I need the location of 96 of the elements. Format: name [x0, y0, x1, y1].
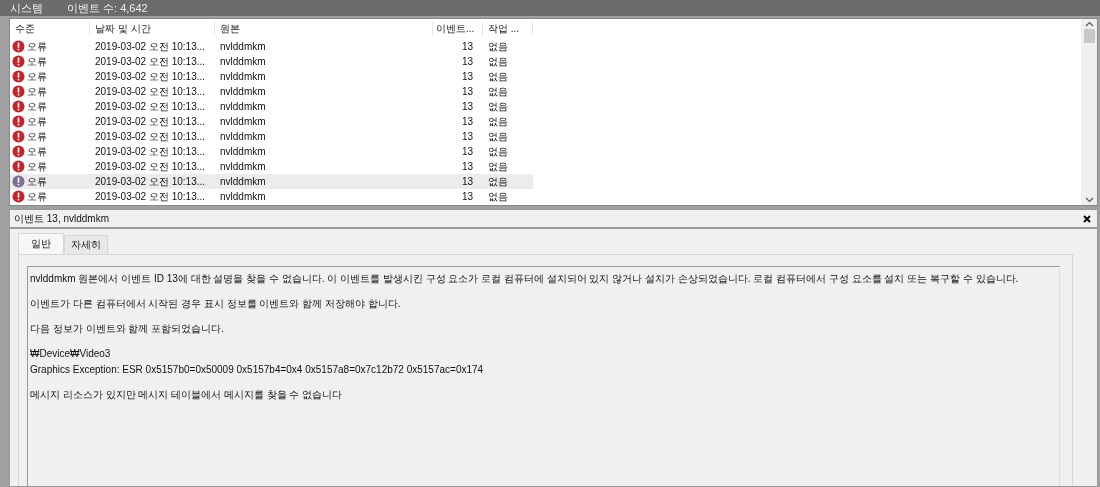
event-row[interactable]: 오류 2019-03-02 오전 10:13... nvlddmkm 13 없음	[10, 84, 533, 99]
table-cell-text: 13	[460, 145, 474, 158]
event-row[interactable]: 오류 2019-03-02 오전 10:13... nvlddmkm 13 없음	[10, 174, 533, 189]
table-cell-text: 13	[460, 85, 474, 98]
column-header[interactable]: 원본	[215, 22, 433, 36]
table-cell-text: 없음	[487, 85, 508, 98]
table-cell-text: 없음	[487, 190, 508, 203]
table-cell-text: 없음	[487, 100, 508, 113]
table-cell-text: 2019-03-02 오전 10:13...	[94, 160, 206, 173]
table-cell-text: 13	[460, 190, 474, 203]
scroll-thumb[interactable]	[1083, 29, 1095, 43]
table-cell: 오류	[27, 84, 47, 99]
table-cell-text: nvlddmkm	[219, 160, 266, 173]
table-cell: 오류	[27, 39, 47, 54]
table-cell-text: nvlddmkm	[219, 130, 266, 143]
table-cell-text: 13	[460, 100, 474, 113]
table-cell-text: 13	[460, 55, 474, 68]
tab[interactable]: 자세히	[64, 235, 108, 254]
event-count: 이벤트 수: 4,642	[67, 0, 148, 16]
event-row[interactable]: 오류 2019-03-02 오전 10:13... nvlddmkm 13 없음	[10, 54, 533, 69]
table-cell-text: 13	[460, 130, 474, 143]
table-cell-text: 2019-03-02 오전 10:13...	[94, 70, 206, 83]
table-cell: 오류	[27, 159, 47, 174]
table-cell-text: 2019-03-02 오전 10:13...	[94, 145, 206, 158]
table-cell: 오류	[27, 144, 47, 159]
description-text: ₩Device₩Video3	[30, 347, 112, 361]
table-cell-text: 13	[460, 160, 474, 173]
error-icon	[12, 100, 25, 113]
column-header[interactable]: 날짜 및 시간	[90, 22, 215, 36]
event-row[interactable]: 오류 2019-03-02 오전 10:13... nvlddmkm 13 없음	[10, 99, 533, 114]
error-icon	[12, 130, 25, 143]
column-header[interactable]: 수준	[10, 22, 90, 36]
table-cell-text: 2019-03-02 오전 10:13...	[94, 115, 206, 128]
event-row[interactable]: 오류 2019-03-02 오전 10:13... nvlddmkm 13 없음	[10, 39, 533, 54]
table-cell-text: nvlddmkm	[219, 100, 266, 113]
table-cell-text: nvlddmkm	[219, 115, 266, 128]
log-title: 시스템	[10, 0, 43, 16]
table-cell-text: 없음	[487, 115, 508, 128]
table-cell: 오류	[27, 114, 47, 129]
table-cell-text: nvlddmkm	[219, 85, 266, 98]
table-cell-text: 없음	[487, 70, 508, 83]
table-cell-text: nvlddmkm	[219, 40, 266, 53]
table-cell: 오류	[27, 54, 47, 69]
table-cell-text: nvlddmkm	[219, 70, 266, 83]
table-cell-text: 2019-03-02 오전 10:13...	[94, 175, 206, 188]
error-icon	[12, 85, 25, 98]
description-text: Graphics Exception: ESR 0x5157b0=0x50009 0x5157b4=0x4 0x5157a8=0x7c12b72 0x5157ac=0x174	[30, 363, 485, 377]
event-row[interactable]: 오류 2019-03-02 오전 10:13... nvlddmkm 13 없음	[10, 189, 533, 204]
table-cell-text: 없음	[487, 130, 508, 143]
error-icon	[12, 115, 25, 128]
error-icon	[12, 160, 25, 173]
table-cell-text: 2019-03-02 오전 10:13...	[94, 85, 206, 98]
table-cell: 오류	[27, 189, 47, 204]
table-cell-text: 없음	[487, 160, 508, 173]
table-cell: 오류	[27, 174, 47, 189]
event-row[interactable]: 오류 2019-03-02 오전 10:13... nvlddmkm 13 없음	[10, 129, 533, 144]
table-cell-text: nvlddmkm	[219, 55, 266, 68]
table-cell: 오류	[27, 99, 47, 114]
table-cell-text: 없음	[487, 145, 508, 158]
description-text: 이벤트가 다른 컴퓨터에서 시작된 경우 표시 정보를 이벤트와 함께 저장해야 합니다.	[30, 297, 402, 311]
table-cell-text: 13	[460, 40, 474, 53]
error-icon	[12, 40, 25, 53]
scrollbar[interactable]	[1081, 19, 1097, 205]
table-cell: 오류	[27, 129, 47, 144]
tab[interactable]: 일반	[18, 233, 64, 254]
table-cell-text: 2019-03-02 오전 10:13...	[94, 55, 206, 68]
table-cell-text: 13	[460, 70, 474, 83]
table-cell-text: 없음	[487, 175, 508, 188]
event-row[interactable]: 오류 2019-03-02 오전 10:13... nvlddmkm 13 없음	[10, 69, 533, 84]
description-text: nvlddmkm 원본에서 이벤트 ID 13에 대한 설명을 찾을 수 없습니다. 이 이벤트를 발생시킨 구성 요소가 로컬 컴퓨터에 설치되어 있지 않거나 설치가 손상되었습니다. 로컬 컴퓨터에서 구성 요소를 설치 또는 복구할 수 있습니다.	[30, 272, 1020, 286]
column-header[interactable]: 이벤트...	[433, 22, 483, 36]
error-icon	[12, 190, 25, 203]
event-row[interactable]: 오류 2019-03-02 오전 10:13... nvlddmkm 13 없음	[10, 144, 533, 159]
description-text: 메시지 리소스가 있지만 메시지 테이블에서 메시지를 찾을 수 없습니다	[30, 388, 344, 402]
event-row[interactable]: 오류 2019-03-02 오전 10:13... nvlddmkm 13 없음	[10, 159, 533, 174]
table-cell-text: 2019-03-02 오전 10:13...	[94, 100, 206, 113]
column-header[interactable]: 작업 ...	[483, 22, 533, 36]
table-cell-text: 2019-03-02 오전 10:13...	[94, 40, 206, 53]
table-cell-text: 없음	[487, 40, 508, 53]
error-icon	[12, 55, 25, 68]
table-cell-text: 2019-03-02 오전 10:13...	[94, 190, 206, 203]
error-icon	[12, 175, 25, 188]
close-icon[interactable]	[1083, 214, 1091, 223]
table-cell-text: nvlddmkm	[219, 190, 266, 203]
table-cell-text: nvlddmkm	[219, 175, 266, 188]
event-row[interactable]: 오류 2019-03-02 오전 10:13... nvlddmkm 13 없음	[10, 114, 533, 129]
table-cell-text: 13	[460, 115, 474, 128]
error-icon	[12, 70, 25, 83]
detail-title: 이벤트 13, nvlddmkm	[14, 211, 110, 226]
table-cell-text: 13	[460, 175, 474, 188]
error-icon	[12, 145, 25, 158]
table-cell-text: 2019-03-02 오전 10:13...	[94, 130, 206, 143]
table-cell-text: nvlddmkm	[219, 145, 266, 158]
table-cell: 오류	[27, 69, 47, 84]
description-text: 다음 정보가 이벤트와 함께 포함되었습니다.	[30, 322, 225, 336]
table-cell-text: 없음	[487, 55, 508, 68]
